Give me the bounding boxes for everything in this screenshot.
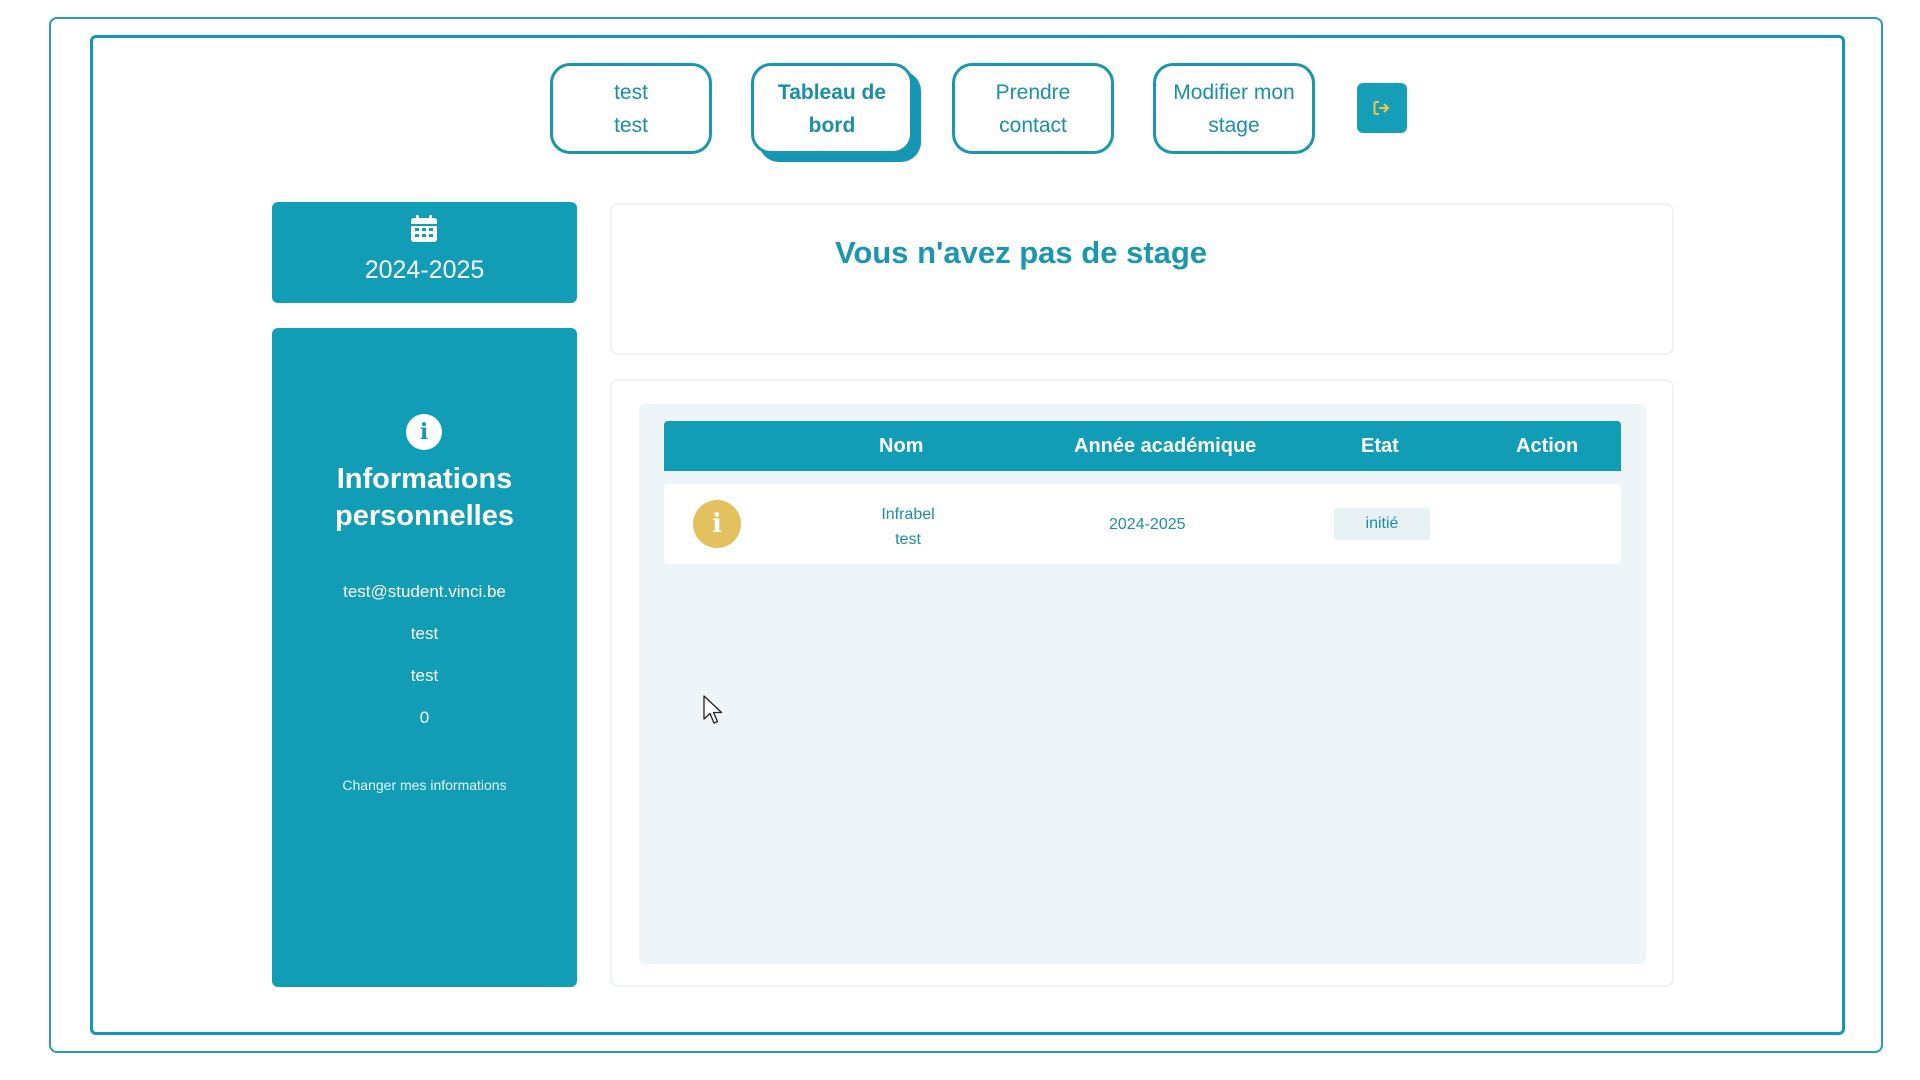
table-row: i Infrabel test 2024-2025 initié bbox=[664, 484, 1621, 564]
nav-edit-line2: stage bbox=[1208, 113, 1260, 137]
academic-year-label: 2024-2025 bbox=[364, 256, 485, 284]
state-badge: initié bbox=[1334, 508, 1430, 540]
column-header-state: Etat bbox=[1361, 435, 1399, 457]
table-header: Nom Année académique Etat Action bbox=[664, 421, 1621, 471]
column-header-action: Action bbox=[1516, 435, 1579, 457]
contacts-table-panel: Nom Année académique Etat Action i Infra… bbox=[610, 379, 1674, 987]
nav-profile-line2: test bbox=[614, 113, 648, 137]
mouse-cursor-icon bbox=[703, 695, 723, 724]
email-value: test@student.vinci.be bbox=[343, 582, 506, 601]
column-header-name: Nom bbox=[879, 435, 924, 457]
phone-value: 0 bbox=[419, 708, 430, 727]
info-icon: i bbox=[406, 414, 442, 450]
academic-year-card: 2024-2025 bbox=[272, 202, 577, 303]
personal-info-title-line1: Informations bbox=[336, 463, 513, 495]
company-name-cell: Infrabel test bbox=[858, 502, 958, 552]
logout-button[interactable] bbox=[1357, 83, 1407, 133]
nav-dashboard-line2: bord bbox=[808, 113, 856, 137]
academic-year-cell: 2024-2025 bbox=[1109, 516, 1186, 533]
no-internship-message: Vous n'avez pas de stage bbox=[835, 235, 1208, 270]
nav-edit-line1: Modifier mon bbox=[1173, 80, 1295, 104]
nav-contact-line1: Prendre bbox=[995, 80, 1071, 104]
internship-status-panel: Vous n'avez pas de stage bbox=[610, 203, 1674, 355]
nav-contact-line2: contact bbox=[999, 113, 1067, 137]
first-name-value: test bbox=[410, 666, 439, 685]
nav-contact-button[interactable]: Prendre contact bbox=[952, 63, 1114, 154]
company-name: Infrabel bbox=[881, 506, 935, 523]
calendar-icon bbox=[411, 215, 437, 242]
nav-dashboard-line1: Tableau de bbox=[777, 80, 887, 104]
personal-info-title-line2: personnelles bbox=[335, 500, 514, 532]
change-info-link[interactable]: Changer mes informations bbox=[272, 777, 577, 793]
info-icon[interactable]: i bbox=[693, 500, 741, 548]
nav-profile-line1: test bbox=[614, 80, 648, 104]
nav-edit-internship-button[interactable]: Modifier mon stage bbox=[1153, 63, 1315, 154]
sign-out-icon bbox=[1373, 101, 1389, 115]
column-header-academic-year: Année académique bbox=[1074, 435, 1257, 457]
personal-info-title: Informations personnelles bbox=[272, 461, 577, 535]
nav-dashboard-button[interactable]: Tableau de bord bbox=[751, 63, 913, 154]
last-name-value: test bbox=[410, 624, 439, 643]
table-container: Nom Année académique Etat Action i Infra… bbox=[639, 404, 1646, 964]
nav-profile-button[interactable]: test test bbox=[550, 63, 712, 154]
company-name-sub: test bbox=[895, 531, 921, 548]
personal-info-card: i Informations personnelles test@student… bbox=[272, 328, 577, 987]
